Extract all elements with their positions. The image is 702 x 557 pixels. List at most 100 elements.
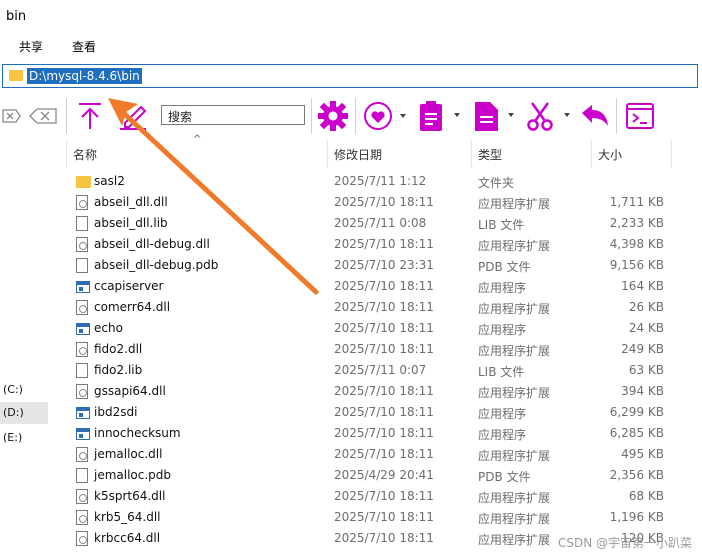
copy-button[interactable] <box>469 96 517 136</box>
column-header-name[interactable]: 名称 <box>73 144 97 166</box>
favorites-button[interactable] <box>361 96 409 136</box>
file-name: sasl2 <box>94 174 125 188</box>
pencil-icon <box>120 105 147 130</box>
file-name: krb5_64.dll <box>94 510 161 524</box>
file-row[interactable]: fido2.lib 2025/7/11 0:07 LIB 文件 63 KB <box>0 360 702 381</box>
window-title: bin <box>6 9 27 24</box>
search-input[interactable]: 搜索 <box>161 105 305 125</box>
file-type: 应用程序扩展 <box>478 197 551 211</box>
file-icon <box>76 258 88 273</box>
file-row[interactable]: echo 2025/7/10 18:11 应用程序 24 KB <box>0 318 702 339</box>
undo-button[interactable] <box>578 96 612 136</box>
file-size: 164 KB <box>621 279 664 293</box>
rename-button[interactable] <box>116 96 152 136</box>
exe-icon <box>76 428 90 440</box>
close-icon-button[interactable] <box>0 96 22 136</box>
search-placeholder: 搜索 <box>168 110 193 124</box>
file-type: LIB 文件 <box>478 365 525 379</box>
file-name: jemalloc.pdb <box>94 468 172 482</box>
toolbar: 搜索 <box>0 92 702 140</box>
file-row[interactable]: krb5_64.dll 2025/7/10 18:11 应用程序扩展 1,196 KB <box>0 507 702 528</box>
file-name: echo <box>94 321 123 335</box>
file-date: 2025/7/10 18:11 <box>334 405 434 419</box>
file-date: 2025/7/10 18:11 <box>334 321 434 335</box>
column-header-date[interactable]: 修改日期 <box>334 144 382 166</box>
column-header-size[interactable]: 大小 <box>598 144 622 166</box>
file-type: 应用程序 <box>478 407 527 421</box>
column-header-type[interactable]: 类型 <box>478 144 502 166</box>
file-date: 2025/7/10 18:11 <box>334 195 434 209</box>
folder-icon <box>76 176 91 188</box>
file-row[interactable]: ccapiserver 2025/7/10 18:11 应用程序 164 KB <box>0 276 702 297</box>
file-date: 2025/7/10 23:31 <box>334 258 434 272</box>
file-type: 应用程序扩展 <box>478 449 551 463</box>
backspace-icon <box>29 108 57 124</box>
address-bar[interactable]: D:\mysql-8.4.6\bin <box>2 64 698 88</box>
file-date: 2025/7/10 18:11 <box>334 279 434 293</box>
file-date: 2025/7/10 18:11 <box>334 489 434 503</box>
exe-icon <box>76 281 90 293</box>
file-name: gssapi64.dll <box>94 384 166 398</box>
cut-button[interactable] <box>523 96 573 136</box>
file-date: 2025/7/10 18:11 <box>334 447 434 461</box>
watermark: CSDN @宇宙第一小趴菜 <box>557 536 692 550</box>
document-icon <box>475 102 514 131</box>
file-size: 2,356 KB <box>609 468 664 482</box>
file-row[interactable]: ibd2sdi 2025/7/10 18:11 应用程序 6,299 KB <box>0 402 702 423</box>
address-path[interactable]: D:\mysql-8.4.6\bin <box>27 68 142 84</box>
file-type: 应用程序扩展 <box>478 239 551 253</box>
file-type: PDB 文件 <box>478 260 531 274</box>
file-row[interactable]: jemalloc.pdb 2025/4/29 20:41 PDB 文件 2,356 K… <box>0 465 702 486</box>
file-size: 4,398 KB <box>609 237 664 251</box>
heart-icon <box>364 102 406 130</box>
clipboard-button[interactable] <box>415 96 463 136</box>
ribbon-tab-share[interactable]: 共享 <box>19 38 43 55</box>
clear-button[interactable] <box>27 96 61 136</box>
file-name: k5sprt64.dll <box>94 489 166 503</box>
file-date: 2025/7/10 18:11 <box>334 384 434 398</box>
up-level-button[interactable] <box>74 96 106 136</box>
file-icon <box>76 216 88 231</box>
file-date: 2025/7/10 18:11 <box>334 342 434 356</box>
file-size: 63 KB <box>628 363 664 377</box>
file-size: 495 KB <box>621 447 664 461</box>
exe-icon <box>76 323 90 335</box>
file-icon <box>76 468 88 483</box>
file-row[interactable]: abseil_dll-debug.dll 2025/7/10 18:11 应用程序扩… <box>0 234 702 255</box>
file-type: 应用程序扩展 <box>478 491 551 505</box>
dll-icon <box>76 384 88 399</box>
file-row[interactable]: sasl2 2025/7/11 1:12 文件夹 <box>0 171 702 192</box>
file-type: 文件夹 <box>478 176 515 190</box>
file-row[interactable]: fido2.dll 2025/7/10 18:11 应用程序扩展 249 KB <box>0 339 702 360</box>
file-size: 24 KB <box>628 321 664 335</box>
dll-icon <box>76 195 88 210</box>
file-row[interactable]: abseil_dll.dll 2025/7/10 18:11 应用程序扩展 1,711… <box>0 192 702 213</box>
gear-icon <box>318 101 348 131</box>
file-row[interactable]: comerr64.dll 2025/7/10 18:11 应用程序扩展 26 KB <box>0 297 702 318</box>
terminal-button[interactable] <box>622 96 658 136</box>
file-row[interactable]: abseil_dll.lib 2025/7/11 0:08 LIB 文件 2,233 … <box>0 213 702 234</box>
file-size: 9,156 KB <box>609 258 664 272</box>
file-name: abseil_dll-debug.dll <box>94 237 210 251</box>
file-row[interactable]: jemalloc.dll 2025/7/10 18:11 应用程序扩展 495 KB <box>0 444 702 465</box>
dll-icon <box>76 237 88 252</box>
file-row[interactable]: gssapi64.dll 2025/7/10 18:11 应用程序扩展 394 KB <box>0 381 702 402</box>
folder-icon <box>9 70 23 81</box>
settings-button[interactable] <box>316 96 350 136</box>
file-type: 应用程序扩展 <box>478 344 551 358</box>
file-size: 249 KB <box>621 342 664 356</box>
dll-icon <box>76 510 88 525</box>
file-date: 2025/7/10 18:11 <box>334 426 434 440</box>
file-size: 6,285 KB <box>609 426 664 440</box>
file-name: abseil_dll.dll <box>94 195 168 209</box>
file-row[interactable]: k5sprt64.dll 2025/7/10 18:11 应用程序扩展 68 KB <box>0 486 702 507</box>
file-type: LIB 文件 <box>478 218 525 232</box>
up-arrow-icon <box>79 103 101 129</box>
file-date: 2025/7/10 18:11 <box>334 510 434 524</box>
file-date: 2025/7/10 18:11 <box>334 300 434 314</box>
file-row[interactable]: abseil_dll-debug.pdb 2025/7/10 23:31 PDB 文… <box>0 255 702 276</box>
ribbon-tab-view[interactable]: 查看 <box>72 38 96 55</box>
file-size: 2,233 KB <box>609 216 664 230</box>
file-row[interactable]: innochecksum 2025/7/10 18:11 应用程序 6,285 KB <box>0 423 702 444</box>
file-name: ibd2sdi <box>94 405 138 419</box>
